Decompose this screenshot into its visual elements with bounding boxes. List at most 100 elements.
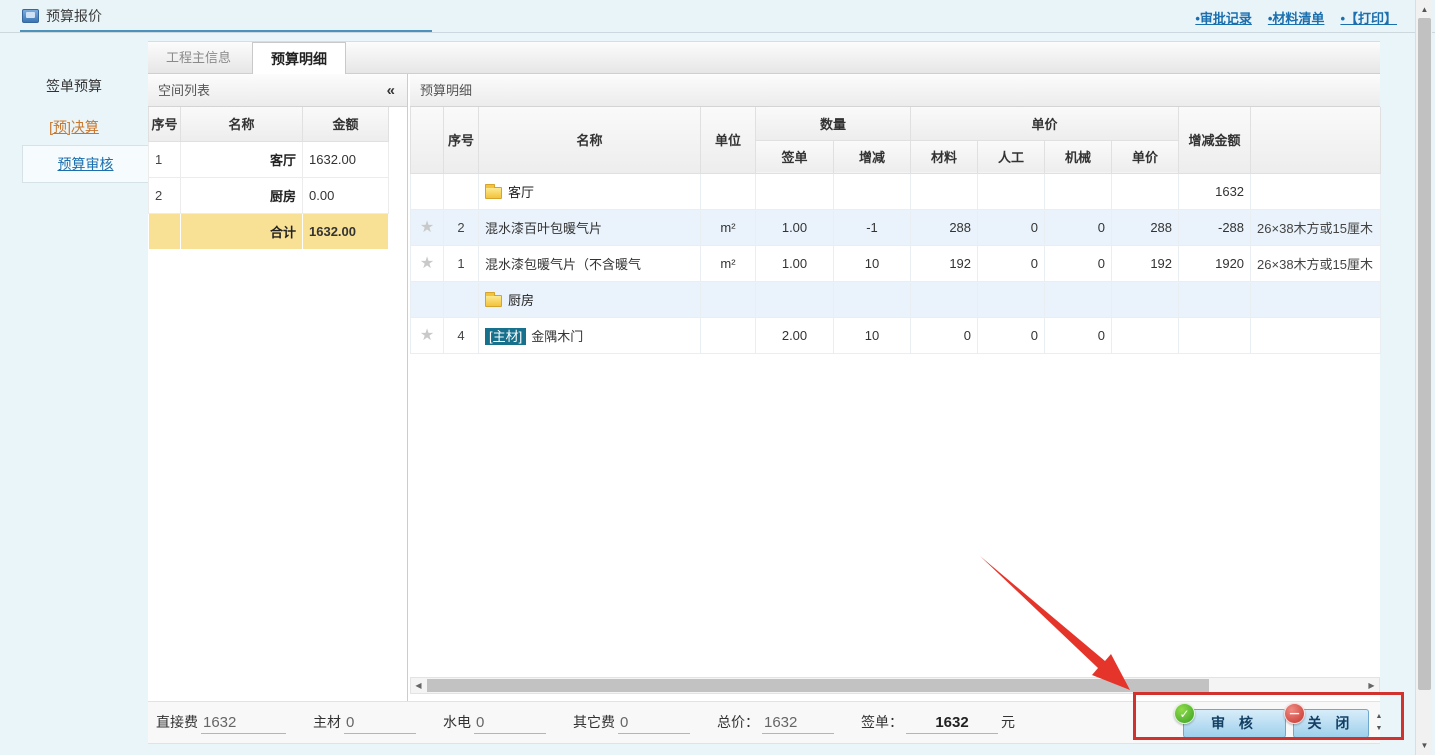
item-machine: 0 xyxy=(1045,245,1112,281)
sidebar-item-budget-review[interactable]: 预算审核 xyxy=(22,145,148,183)
print-link[interactable]: •【打印】 xyxy=(1340,8,1397,27)
item-no: 4 xyxy=(444,317,479,353)
close-button[interactable]: － 关 闭 xyxy=(1293,709,1369,738)
direct-fee-field: 直接费 1632 xyxy=(156,712,286,734)
group-adjust-amount xyxy=(1179,281,1251,317)
item-adjust-amount: -288 xyxy=(1179,209,1251,245)
spinner-up-icon[interactable]: ▲ xyxy=(1372,711,1386,723)
sidebar: 签单预算 [预]决算 预算审核 xyxy=(0,34,148,755)
item-sign-qty: 1.00 xyxy=(756,209,834,245)
star-icon[interactable]: ★ xyxy=(411,245,444,281)
col-group-price: 单价 xyxy=(911,107,1179,140)
space-total-row: 合计 1632.00 xyxy=(149,213,389,249)
item-name: 混水漆百叶包暖气片 xyxy=(479,209,701,245)
item-material: 192 xyxy=(911,245,978,281)
sidebar-item-pre-settlement[interactable]: [预]决算 xyxy=(0,117,148,137)
item-sign-qty: 2.00 xyxy=(756,317,834,353)
total-price-value: 1632 xyxy=(762,714,834,734)
group-row-living-room[interactable]: 客厅 1632 xyxy=(411,173,1381,209)
vertical-scrollbar[interactable]: ▲ ▼ xyxy=(1415,0,1432,755)
col-no: 序号 xyxy=(149,107,181,141)
material-list-link[interactable]: •材料清单 xyxy=(1268,8,1325,27)
detail-header-row-1: 序号 名称 单位 数量 单价 增减金额 xyxy=(411,107,1381,140)
space-row-living-room[interactable]: 1 客厅 1632.00 xyxy=(149,141,389,177)
space-row-kitchen[interactable]: 2 厨房 0.00 xyxy=(149,177,389,213)
space-table: 序号 名称 金额 1 客厅 1632.00 2 厨房 0.00 合计 xyxy=(148,107,389,250)
space-total-label: 合计 xyxy=(181,213,303,249)
item-unit-price: 192 xyxy=(1112,245,1179,281)
col-sign: 签单 xyxy=(756,140,834,173)
item-row[interactable]: ★ 2 混水漆百叶包暖气片 m² 1.00 -1 288 0 0 288 -28… xyxy=(411,209,1381,245)
content-area: 工程主信息 预算明细 空间列表 « 序号 名称 金额 1 客厅 1632.00 xyxy=(148,41,1380,743)
total-price-label: 总价： xyxy=(717,712,759,734)
space-table-header-row: 序号 名称 金额 xyxy=(149,107,389,141)
main-material-badge: [主材] xyxy=(485,328,526,345)
col-group-qty: 数量 xyxy=(756,107,911,140)
scroll-up-icon[interactable]: ▲ xyxy=(1416,2,1433,17)
scroll-left-icon[interactable]: ◀ xyxy=(411,678,426,693)
panels: 空间列表 « 序号 名称 金额 1 客厅 1632.00 2 厨房 xyxy=(148,74,1380,701)
star-icon[interactable]: ★ xyxy=(411,209,444,245)
col-unit: 单位 xyxy=(701,107,756,173)
sidebar-item-sign-budget[interactable]: 签单预算 xyxy=(0,76,148,96)
budget-detail-panel: 预算明细 序号 名称 单位 数量 单价 增减金额 xyxy=(410,74,1380,701)
item-machine: 0 xyxy=(1045,209,1112,245)
item-unit-price: 288 xyxy=(1112,209,1179,245)
item-adjust-qty: -1 xyxy=(834,209,911,245)
other-fee-label: 其它费 xyxy=(573,712,615,734)
sign-total-label: 签单： xyxy=(861,712,903,734)
space-list-panel: 空间列表 « 序号 名称 金额 1 客厅 1632.00 2 厨房 xyxy=(148,74,408,701)
star-icon[interactable]: ★ xyxy=(411,317,444,353)
col-material: 材料 xyxy=(911,140,978,173)
spinner-down-icon[interactable]: ▼ xyxy=(1372,723,1386,735)
folder-icon xyxy=(485,187,502,199)
item-adjust-qty: 10 xyxy=(834,245,911,281)
space-amount: 1632.00 xyxy=(303,141,389,177)
item-unit: m² xyxy=(701,209,756,245)
item-labor: 0 xyxy=(978,209,1045,245)
approve-button[interactable]: ✓ 审 核 xyxy=(1183,709,1286,738)
group-row-kitchen[interactable]: 厨房 xyxy=(411,281,1381,317)
col-favorite xyxy=(411,107,444,173)
space-name: 厨房 xyxy=(181,177,303,213)
space-total-amount: 1632.00 xyxy=(303,213,389,249)
scroll-down-icon[interactable]: ▼ xyxy=(1416,738,1433,753)
vertical-scrollbar-thumb[interactable] xyxy=(1418,18,1431,690)
col-unit-price: 单价 xyxy=(1112,140,1179,173)
folder-icon xyxy=(485,295,502,307)
budget-detail-table: 序号 名称 单位 数量 单价 增减金额 签单 增减 材料 人工 机械 单价 xyxy=(410,107,1381,354)
col-adjust-amount: 增减金额 xyxy=(1179,107,1251,173)
approve-button-label: 审 核 xyxy=(1211,715,1258,731)
item-row[interactable]: ★ 4 [主材]金隅木门 2.00 10 0 0 0 xyxy=(411,317,1381,353)
space-no: 1 xyxy=(149,141,181,177)
approval-record-link[interactable]: •审批记录 xyxy=(1195,8,1252,27)
item-remark: 26×38木方或15厘木 xyxy=(1251,245,1381,281)
utilities-field: 水电 0 xyxy=(443,712,546,734)
scroll-right-icon[interactable]: ▶ xyxy=(1364,678,1379,693)
space-no: 2 xyxy=(149,177,181,213)
horizontal-scrollbar[interactable]: ◀ ▶ xyxy=(410,677,1380,694)
check-icon: ✓ xyxy=(1174,703,1195,724)
total-price-field: 总价： 1632 xyxy=(717,712,834,734)
main-material-field: 主材 0 xyxy=(313,712,416,734)
top-links: •审批记录 •材料清单 •【打印】 xyxy=(1195,8,1397,27)
close-button-label: 关 闭 xyxy=(1308,715,1355,731)
tab-project-main-info[interactable]: 工程主信息 xyxy=(148,42,249,74)
tab-budget-detail[interactable]: 预算明细 xyxy=(252,42,346,74)
col-machine: 机械 xyxy=(1045,140,1112,173)
col-labor: 人工 xyxy=(978,140,1045,173)
col-name: 名称 xyxy=(181,107,303,141)
collapse-panel-icon[interactable]: « xyxy=(387,74,395,107)
item-remark xyxy=(1251,317,1381,353)
item-row[interactable]: ★ 1 混水漆包暖气片（不含暖气 m² 1.00 10 192 0 0 192 … xyxy=(411,245,1381,281)
item-no: 2 xyxy=(444,209,479,245)
footer-spinner[interactable]: ▲ ▼ xyxy=(1372,711,1386,737)
currency-suffix: 元 xyxy=(1001,712,1015,734)
horizontal-scrollbar-thumb[interactable] xyxy=(427,679,1209,692)
item-name: 金隅木门 xyxy=(531,329,583,344)
utilities-value: 0 xyxy=(474,714,546,734)
group-name: 厨房 xyxy=(508,293,534,308)
sign-total-value: 1632 xyxy=(906,714,998,734)
other-fee-field: 其它费 0 xyxy=(573,712,690,734)
group-name: 客厅 xyxy=(508,185,534,200)
